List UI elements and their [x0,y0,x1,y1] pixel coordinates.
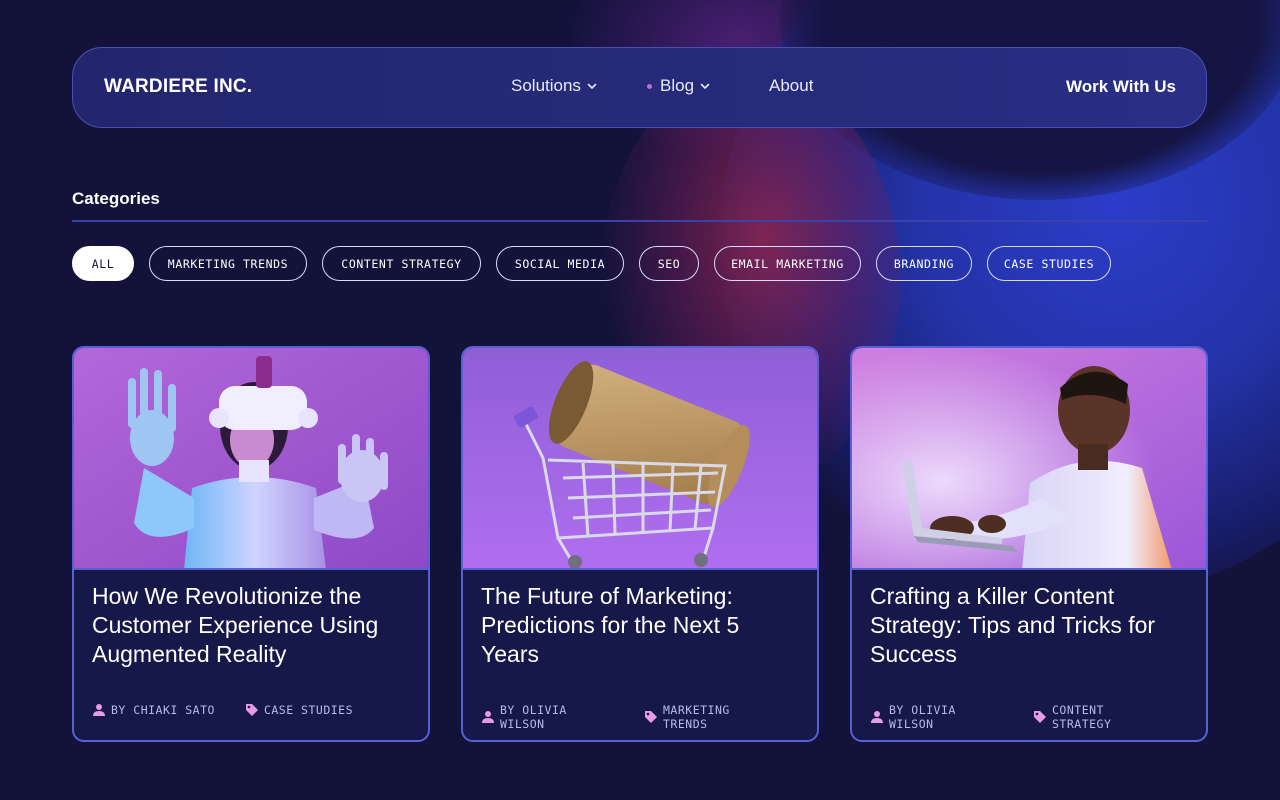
tag-icon [645,711,657,723]
post-title[interactable]: How We Revolutionize the Customer Experi… [92,582,414,669]
divider [72,220,1208,222]
chip-content-strategy[interactable]: CONTENT STRATEGY [322,246,481,281]
post-meta: BY OLIVIA WILSON MARKETING TRENDS [481,703,807,731]
nav-item-label: Blog [660,76,695,95]
nav-item-blog[interactable]: Blog [647,76,710,96]
category-label: CONTENT STRATEGY [1052,703,1112,731]
post-title[interactable]: The Future of Marketing: Predictions for… [481,582,803,669]
nav-item-label: Solutions [511,76,581,95]
active-indicator-dot [647,83,652,89]
categories-heading: Categories [72,189,160,208]
post-meta: BY CHIAKI SATO CASE STUDIES [92,703,418,717]
work-with-us-link[interactable]: Work With Us [1066,77,1176,97]
category-label: CASE STUDIES [263,703,354,717]
tag-icon [1034,711,1046,723]
tag-icon [245,704,258,716]
post-image-man-laptop[interactable] [852,348,1206,570]
chip-branding[interactable]: BRANDING [876,246,972,281]
blog-post-card[interactable]: Crafting a Killer Content Strategy: Tips… [850,346,1208,742]
nav-item-about[interactable]: About [769,76,813,96]
chip-email-marketing[interactable]: EMAIL MARKETING [714,246,861,281]
chevron-down-icon [587,83,597,89]
brand-logo[interactable]: WARDIERE INC. [104,76,252,98]
post-image-shopping-cart[interactable] [463,348,817,570]
chevron-down-icon [700,83,710,89]
user-icon [93,704,105,716]
chip-case-studies[interactable]: CASE STUDIES [987,246,1111,281]
chip-marketing-trends[interactable]: MARKETING TRENDS [149,246,307,281]
post-image-vr-headset[interactable] [74,348,428,570]
chip-all[interactable]: ALL [72,246,134,281]
author-label: BY CHIAKI SATO [111,703,215,717]
post-title[interactable]: Crafting a Killer Content Strategy: Tips… [870,582,1192,669]
blog-post-card[interactable]: The Future of Marketing: Predictions for… [461,346,819,742]
nav-item-label: About [769,76,814,95]
user-icon [871,711,883,723]
post-meta: BY OLIVIA WILSON CONTENT STRATEGY [870,703,1196,731]
user-icon [482,711,494,723]
author-label: BY OLIVIA WILSON [889,703,956,731]
post-category[interactable]: CASE STUDIES [245,703,353,717]
post-author: BY OLIVIA WILSON [870,703,1003,731]
author-label: BY OLIVIA WILSON [500,703,567,731]
post-category[interactable]: CONTENT STRATEGY [1033,703,1166,731]
post-category[interactable]: MARKETING TRENDS [644,703,777,731]
chip-social-media[interactable]: SOCIAL MEDIA [496,246,624,281]
blog-post-card[interactable]: How We Revolutionize the Customer Experi… [72,346,430,742]
post-author: BY OLIVIA WILSON [481,703,614,731]
chip-seo[interactable]: SEO [639,246,699,281]
category-label: MARKETING TRENDS [663,703,730,731]
top-navbar: WARDIERE INC. Solutions Blog About Work … [72,47,1207,128]
post-author: BY CHIAKI SATO [92,703,215,717]
nav-item-solutions[interactable]: Solutions [511,76,597,96]
